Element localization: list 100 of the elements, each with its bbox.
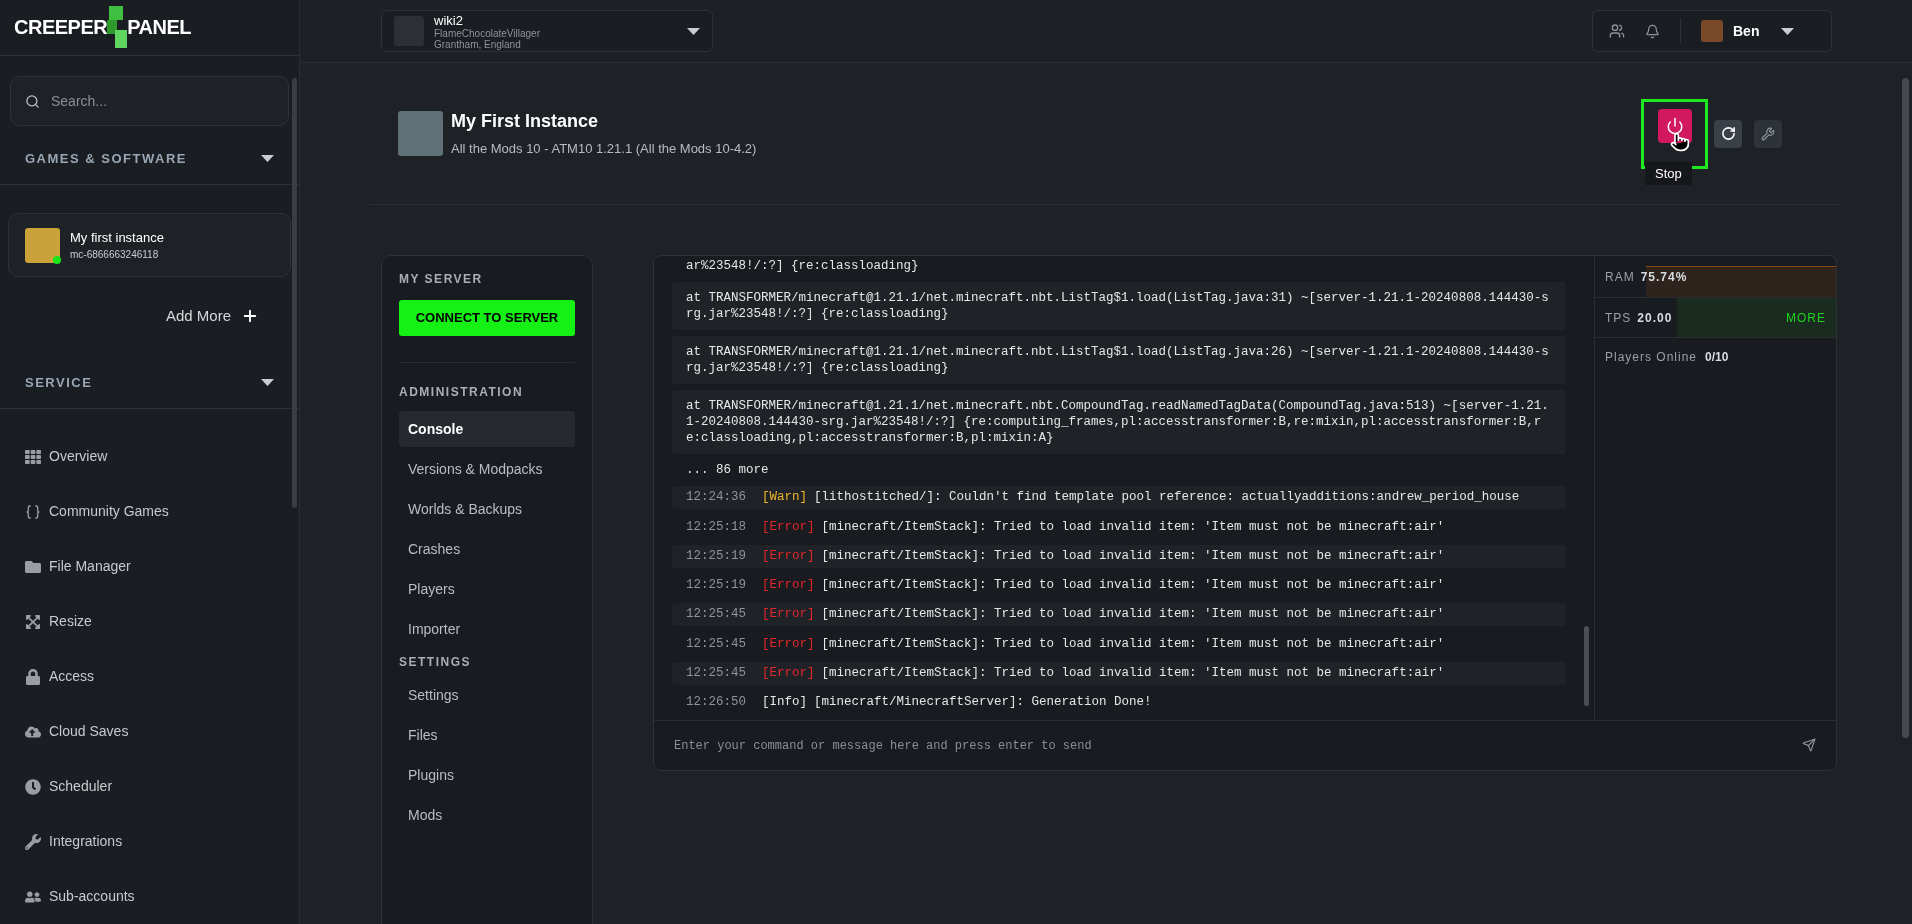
restart-icon (1720, 126, 1736, 141)
instance-id: mc-6866663246118 (70, 248, 160, 263)
restart-button[interactable] (1714, 119, 1742, 148)
user-menu-button[interactable]: Ben (1701, 20, 1795, 42)
logo-text: PANEL (127, 15, 191, 41)
timestamp: 12:25:45 (686, 635, 746, 653)
instance-card[interactable]: My first instance mc-6866663246118 (8, 213, 291, 278)
log-message: [minecraft/ItemStack]: Tried to load invalid item: 'Item must not be minecraft:air' (821, 547, 1445, 565)
timestamp: 12:24:36 (686, 489, 746, 507)
nav-link[interactable]: Access (25, 649, 95, 704)
add-more-button[interactable]: Add More (165, 305, 259, 328)
friends-button[interactable] (1609, 23, 1625, 39)
stat-value: 75.74% (1640, 268, 1688, 286)
instance-image-placeholder (398, 111, 443, 156)
bell-icon (1645, 23, 1660, 39)
braces-icon (25, 503, 41, 520)
search-field[interactable]: Search... (10, 75, 289, 126)
stat-value: 20.00 (1637, 309, 1673, 327)
nav-link[interactable]: Cloud Saves (25, 704, 129, 759)
nav-link[interactable]: Resize (25, 594, 92, 649)
server-selector[interactable]: wiki2 FlameChocolateVillager Grantham, England (381, 10, 713, 52)
modpack-thumbnail (25, 227, 60, 263)
nav-link[interactable]: Community Games (25, 484, 169, 539)
stat-label: Players Online (1605, 349, 1698, 366)
instance-subtitle: All the Mods 10 - ATM10 1.21.1 (All the Mods 10-4.2) (451, 140, 757, 159)
clock-icon (25, 778, 41, 795)
send-icon (1802, 738, 1816, 752)
command-input[interactable]: Enter your command or message here and press enter to send (654, 720, 1836, 770)
nav-link[interactable]: Sub-accounts (25, 869, 135, 924)
console-line: ... 86 more (685, 462, 770, 479)
search-icon (25, 93, 40, 109)
section-heading: ADMINISTRATION (399, 384, 525, 401)
log-level: [Info] (762, 694, 808, 711)
section-heading: MY SERVER (399, 271, 484, 288)
console-line: ar%23548!/:?] {re:classloading} (685, 258, 920, 275)
log-message: [minecraft/ItemStack]: Tried to load invalid item: 'Item must not be minecraft:air' (821, 518, 1445, 536)
log-level: [Error] (762, 518, 815, 536)
folder-icon (25, 558, 41, 575)
wrench-icon (1761, 126, 1775, 141)
nav-link[interactable]: File Manager (25, 539, 131, 594)
menu-item[interactable]: Mods (399, 797, 575, 833)
section-heading: SERVICE (25, 374, 93, 393)
nav-link[interactable]: Overview (25, 429, 108, 484)
menu-item[interactable]: Worlds & Backups (399, 491, 575, 527)
timestamp: 12:25:45 (686, 606, 746, 624)
settings-button[interactable] (1754, 119, 1782, 148)
tooltip: Stop (1645, 161, 1692, 185)
log-level: [Error] (762, 606, 815, 624)
nav-link[interactable]: Integrations (25, 814, 123, 869)
stat-label: TPS (1605, 309, 1632, 327)
timestamp: 12:25:19 (686, 547, 746, 565)
cloud-upload-icon (25, 723, 41, 740)
connect-button[interactable]: CONNECT TO SERVER (399, 300, 575, 336)
caret-icon (261, 155, 274, 163)
menu-item[interactable]: Players (399, 571, 575, 607)
server-host: FlameChocolateVillager (434, 27, 541, 39)
log-level: [Error] (762, 664, 815, 682)
users-icon (1609, 23, 1625, 39)
log-message: [minecraft/ItemStack]: Tried to load invalid item: 'Item must not be minecraft:air' (821, 664, 1445, 682)
menu-item[interactable]: Settings (399, 677, 575, 713)
log-message: [minecraft/MinecraftServer]: Generation Done! (814, 694, 1152, 711)
menu-item[interactable]: Importer (399, 611, 575, 647)
notifications-button[interactable] (1645, 23, 1660, 39)
timestamp: 12:25:45 (686, 664, 746, 682)
instance-name: My first instance (70, 228, 164, 247)
avatar-icon (1701, 20, 1723, 42)
grid-icon (25, 448, 41, 465)
section-heading: SETTINGS (399, 654, 472, 671)
menu-item[interactable]: Versions & Modpacks (399, 451, 575, 487)
more-link[interactable]: MORE (1786, 308, 1826, 327)
caret-icon (687, 27, 700, 35)
stop-button[interactable] (1657, 108, 1692, 143)
log-message: [minecraft/ItemStack]: Tried to load invalid item: 'Item must not be minecraft:air' (821, 606, 1445, 624)
server-name: wiki2 (434, 12, 464, 28)
caret-icon (1781, 27, 1795, 35)
stat-value: 0/10 (1705, 349, 1729, 366)
menu-item[interactable]: Console (399, 411, 575, 447)
creeper-block-logo-icon (105, 6, 128, 49)
lock-icon (25, 668, 41, 685)
section-heading: GAMES & SOFTWARE (25, 150, 187, 169)
logo-text: CREEPER (14, 15, 108, 41)
hand-cursor-icon (1670, 131, 1690, 152)
nav-link[interactable]: Scheduler (25, 759, 113, 814)
server-location: Grantham, England (434, 38, 521, 50)
power-icon (1665, 116, 1684, 135)
menu-item[interactable]: Crashes (399, 531, 575, 567)
wrench-icon (25, 833, 41, 850)
log-message: [minecraft/ItemStack]: Tried to load invalid item: 'Item must not be minecraft:air' (821, 635, 1445, 653)
log-message: [minecraft/ItemStack]: Tried to load invalid item: 'Item must not be minecraft:air' (821, 577, 1445, 594)
log-message: [lithostitched/]: Couldn't find template pool reference: actuallyadditions:andrew_period_house (814, 489, 1520, 507)
log-level: [Error] (762, 577, 815, 594)
timestamp: 12:25:18 (686, 518, 746, 536)
timestamp: 12:26:50 (686, 694, 746, 711)
timestamp: 12:25:19 (686, 577, 746, 594)
log-level: [Error] (762, 547, 815, 565)
menu-item[interactable]: Files (399, 717, 575, 753)
instance-title: My First Instance (451, 110, 600, 134)
caret-icon (261, 379, 274, 387)
menu-item[interactable]: Plugins (399, 757, 575, 793)
log-level: [Warn] (762, 489, 808, 507)
